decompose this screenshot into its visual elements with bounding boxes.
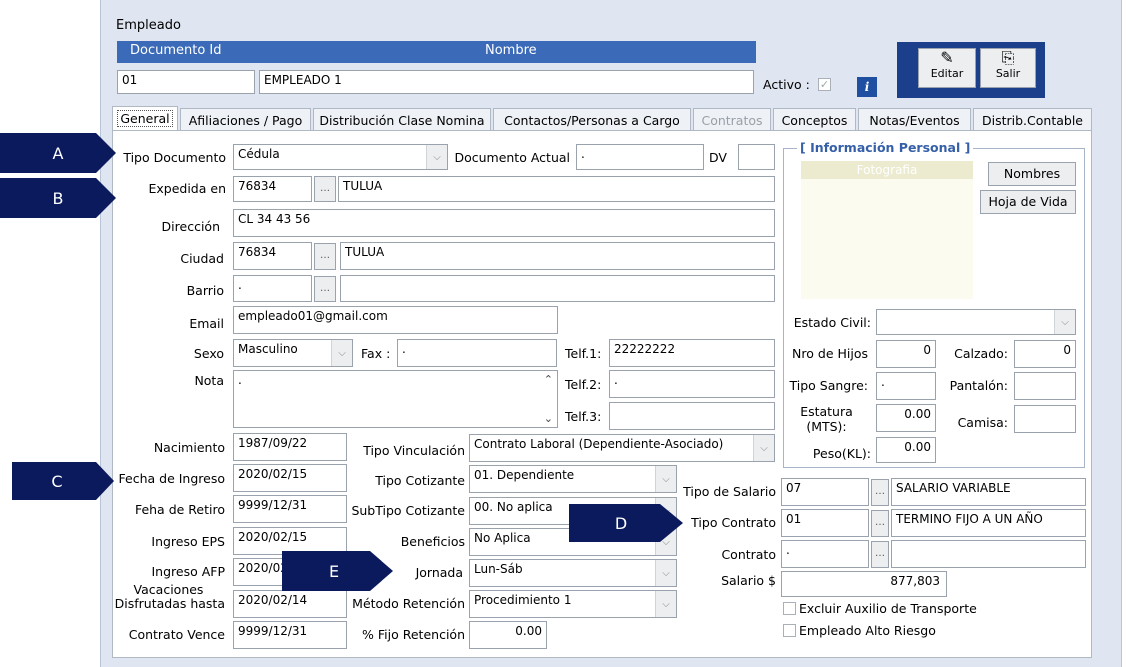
callout-b: B: [52, 188, 64, 208]
callout-d: D: [614, 513, 628, 533]
callout-c: C: [51, 471, 63, 491]
callout-a: A: [52, 143, 64, 163]
callout-e: E: [328, 561, 340, 581]
callout-arrows: [0, 133, 683, 591]
